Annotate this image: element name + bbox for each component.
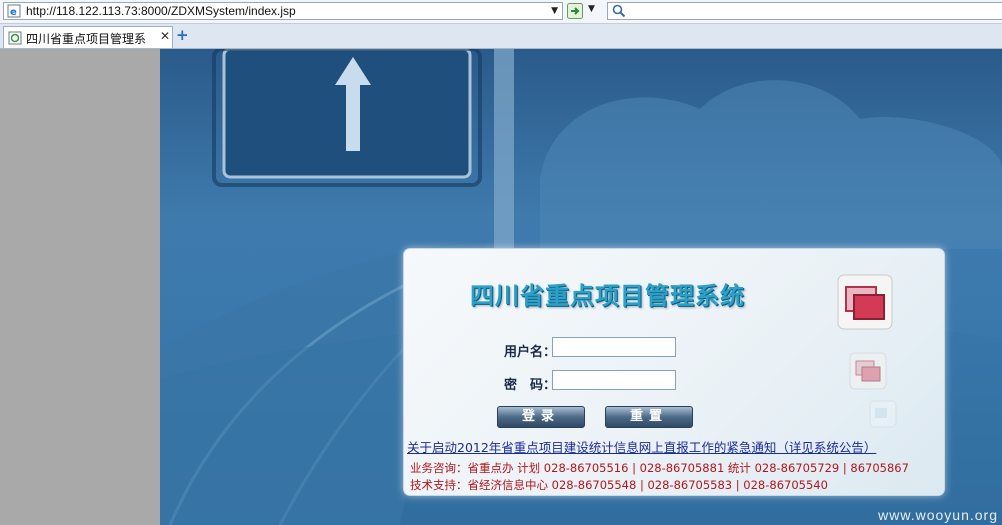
reset-button[interactable]: 重置 [605, 406, 693, 428]
page-margin [0, 49, 160, 525]
login-button[interactable]: 登录 [497, 406, 585, 428]
tab-active[interactable]: 四川省重点项目管理系 ✕ [3, 26, 173, 48]
address-bar: e http://118.122.113.73:8000/ZDXMSystem/… [0, 0, 1002, 24]
ie-page-icon: e [7, 4, 21, 18]
url-field[interactable]: e http://118.122.113.73:8000/ZDXMSystem/… [3, 2, 563, 20]
decorative-logo-small-icon [869, 400, 897, 428]
tab-bar: 四川省重点项目管理系 ✕ + [0, 24, 1002, 49]
refresh-dropdown-icon[interactable]: ▼ [588, 4, 595, 14]
tab-close-icon[interactable]: ✕ [160, 29, 170, 43]
page-favicon-icon [8, 31, 22, 45]
new-tab-icon[interactable]: + [176, 26, 189, 44]
username-label: 用户名： [504, 345, 557, 360]
url-dropdown-icon[interactable]: ▼ [551, 3, 558, 19]
login-page: 四川省重点项目管理系统 用户名： 密 码： 登录 重置 关于启动2012年省重点… [160, 49, 1002, 525]
decorative-logo-icon [849, 352, 887, 390]
tech-support-contact: 技术支持：省经济信息中心 028-86705548 | 028-86705583… [410, 478, 828, 492]
go-icon[interactable] [567, 3, 583, 19]
url-text: http://118.122.113.73:8000/ZDXMSystem/in… [26, 4, 296, 18]
login-panel: 四川省重点项目管理系统 用户名： 密 码： 登录 重置 关于启动2012年省重点… [403, 248, 945, 496]
business-contact: 业务咨询：省重点办 计划 028-86705516 | 028-86705881… [410, 461, 909, 475]
app-logo-icon [837, 274, 893, 330]
svg-text:e: e [10, 7, 17, 18]
notice-link[interactable]: 关于启动2012年省重点项目建设统计信息网上直报工作的紧急通知（详见系统公告） [407, 437, 876, 456]
tab-title: 四川省重点项目管理系 [26, 32, 147, 46]
password-label: 密 码： [504, 378, 557, 393]
search-icon [612, 4, 626, 18]
password-input[interactable] [552, 370, 676, 390]
search-field[interactable] [607, 2, 1002, 20]
system-title: 四川省重点项目管理系统 [470, 282, 745, 310]
username-input[interactable] [552, 337, 676, 357]
watermark: www.wooyun.org [878, 507, 998, 523]
